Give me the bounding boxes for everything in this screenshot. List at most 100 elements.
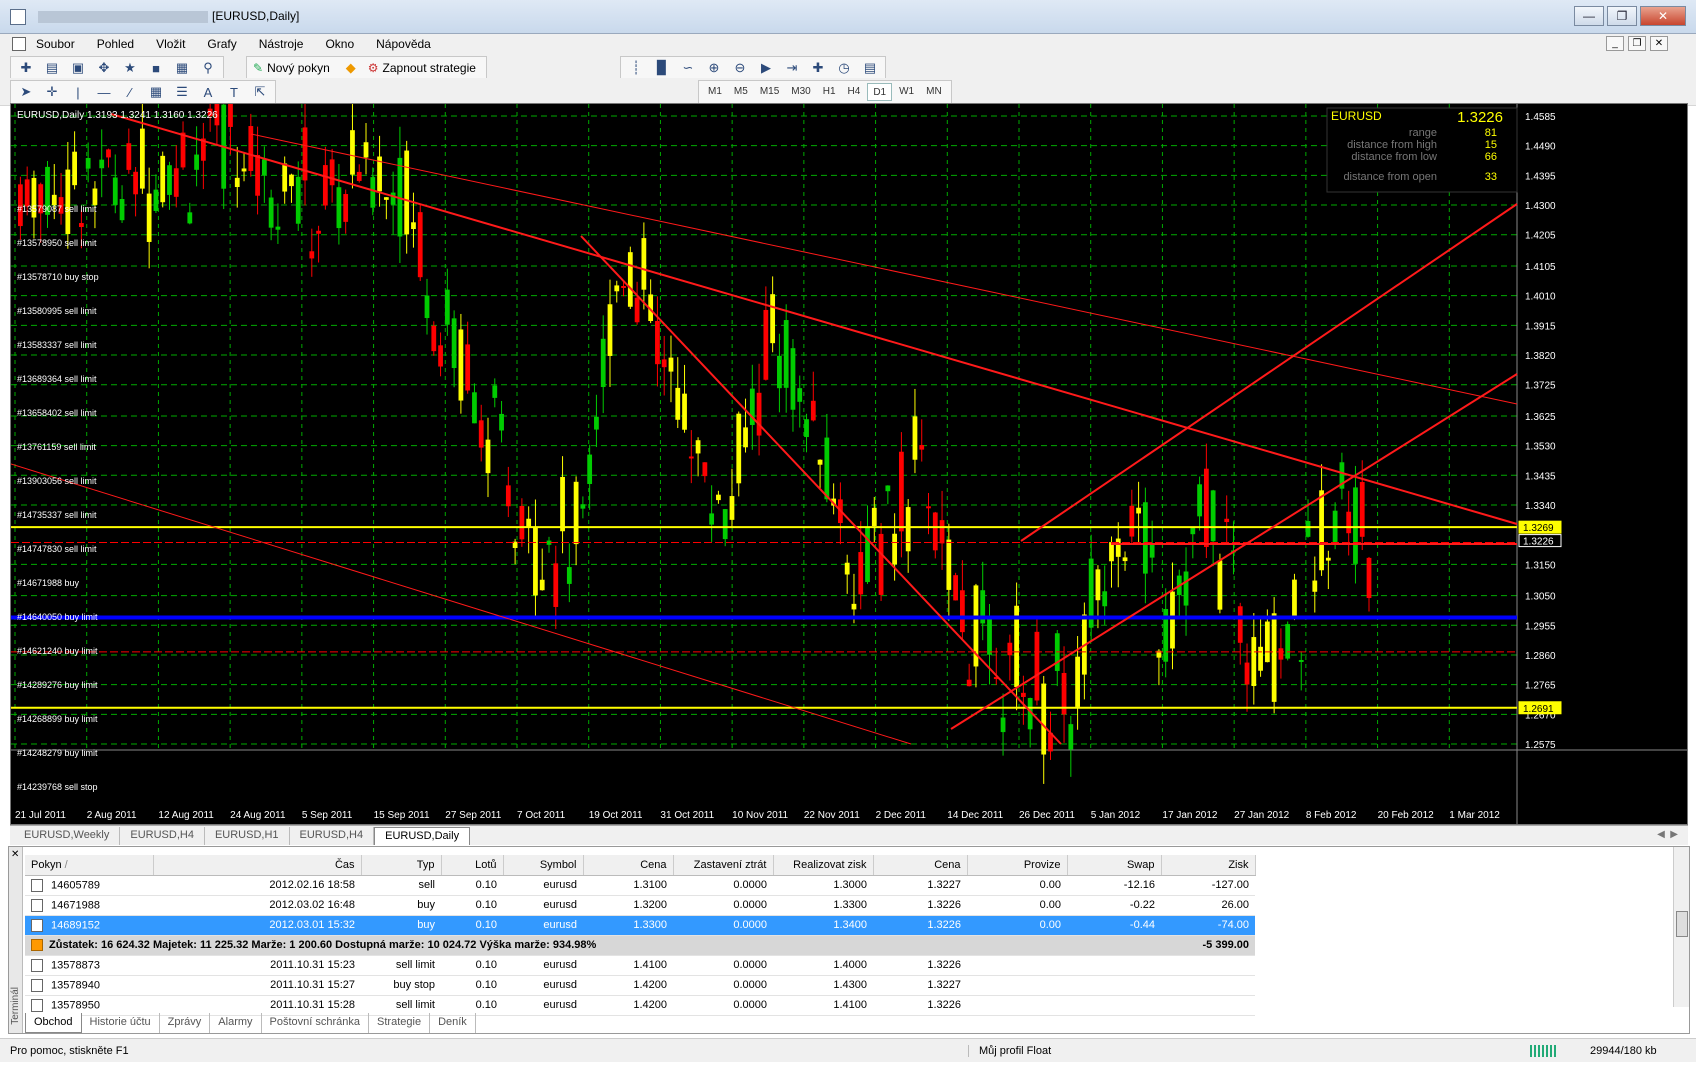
timeframe-m5[interactable]: M5 [729,83,753,101]
channel-icon[interactable]: ▦ [145,82,167,102]
timeframe-d1[interactable]: D1 [867,83,893,101]
col-swap[interactable]: Swap [1067,855,1162,876]
zoom-out-icon[interactable]: ⊖ [729,58,751,78]
periods-icon[interactable]: ◷ [833,58,855,78]
tab-mailbox[interactable]: Poštovní schránka [262,1013,370,1033]
timeframe-w1[interactable]: W1 [894,83,919,101]
tab-experts[interactable]: Strategie [369,1013,431,1033]
price-chart[interactable]: 1.4585 1.4490 1.4395 1.4300 1.4205 1.4105 1.40… [10,59,1688,825]
order-label: #13658402 sell limit [17,408,97,418]
scrollbar-thumb[interactable] [1676,911,1688,937]
market-watch-icon[interactable]: ▣ [67,58,89,78]
timeframe-m30[interactable]: M30 [786,83,815,101]
maximize-button[interactable]: ❐ [1607,6,1637,26]
document-icon[interactable] [12,37,26,51]
col-type[interactable]: Typ [361,855,442,876]
terminal-close-icon[interactable]: ✕ [11,849,19,860]
tab-account-history[interactable]: Historie účtu [82,1013,160,1033]
chart-tab-daily[interactable]: EURUSD,Daily [374,827,471,845]
bar-chart-icon[interactable]: ┊ [625,58,647,78]
tester-icon[interactable]: ⚲ [197,58,219,78]
fibonacci-icon[interactable]: ☰ [171,82,193,102]
templates-icon[interactable]: ▤ [859,58,881,78]
zoom-in-icon[interactable]: ⊕ [703,58,725,78]
chart-tab-h4[interactable]: EURUSD,H4 [120,827,205,845]
table-row[interactable]: 14605789 2012.02.16 18:58 sell 0.10 eurusd 1.… [25,875,1255,896]
pending-order-row[interactable]: 13578940 2011.10.31 15:27 buy stop 0.10 euru… [25,975,1255,996]
terminal-scrollbar[interactable] [1673,847,1689,1007]
info-symbol: EURUSD [1331,109,1382,123]
candle-body [1095,569,1101,601]
tab-alerts[interactable]: Alarmy [210,1013,262,1033]
close-button[interactable]: ✕ [1640,6,1686,26]
col-price[interactable]: Cena [583,855,674,876]
navigator-icon[interactable]: ✥ [93,58,115,78]
menu-view[interactable]: Pohled [97,37,134,51]
menu-charts[interactable]: Grafy [207,37,236,51]
col-order[interactable]: Pokyn / [25,855,154,876]
col-symbol[interactable]: Symbol [503,855,584,876]
indicators-icon[interactable]: ✚ [807,58,829,78]
autoscroll-icon[interactable]: ▶ [755,58,777,78]
candle-body [675,387,681,420]
order-cell: sell limit [361,995,441,1016]
timeframe-m15[interactable]: M15 [755,83,784,101]
menu-window[interactable]: Okno [325,37,354,51]
new-order-button[interactable]: ✎ Nový pokyn [251,61,336,75]
status-profile[interactable]: Můj profil Float [968,1045,1051,1057]
col-profit[interactable]: Zisk [1161,855,1256,876]
favorites-icon[interactable]: ★ [119,58,141,78]
pending-order-row[interactable]: 13578950 2011.10.31 15:28 sell limit 0.10 eu… [25,995,1255,1016]
col-take-profit[interactable]: Realizovat zisk [773,855,874,876]
profiles-icon[interactable]: ▤ [41,58,63,78]
menu-file[interactable]: Soubor [36,37,75,51]
strategies-button[interactable]: ⚙ Zapnout strategie [366,61,482,75]
data-window-icon[interactable]: ■ [145,58,167,78]
line-chart-icon[interactable]: ∽ [677,58,699,78]
table-row[interactable]: 14671988 2012.03.02 16:48 buy 0.10 eurusd 1.3… [25,895,1255,916]
chart-canvas[interactable]: 1.4585 1.4490 1.4395 1.4300 1.4205 1.4105 1.40… [10,59,1687,824]
cursor-icon[interactable]: ➤ [15,82,37,102]
arrows-icon[interactable]: ⇱ [249,82,271,102]
menu-insert[interactable]: Vložit [156,37,185,51]
candle-body [600,338,606,388]
chart-tab-weekly[interactable]: EURUSD,Weekly [14,827,121,845]
timeframe-h1[interactable]: H1 [818,83,841,101]
chart-tab-h1[interactable]: EURUSD,H1 [205,827,290,845]
timeframe-h4[interactable]: H4 [843,83,866,101]
chart-tab-h4-2[interactable]: EURUSD,H4 [290,827,375,845]
col-stop-loss[interactable]: Zastavení ztrát [673,855,774,876]
horizontal-line-icon[interactable]: — [93,82,115,102]
tab-news[interactable]: Zprávy [160,1013,211,1033]
table-row[interactable]: 14689152 2012.03.01 15:32 buy 0.10 eurusd 1.3… [25,915,1255,936]
col-lots[interactable]: Lotů [441,855,504,876]
crosshair-icon[interactable]: ✛ [41,82,63,102]
timeframe-m1[interactable]: M1 [703,83,727,101]
mdi-restore-button[interactable]: ❐ [1628,36,1646,51]
terminal-icon[interactable]: ▦ [171,58,193,78]
orders-table: Pokyn / Čas Typ Lotů Symbol Cena Zastave… [25,855,1256,1016]
text-icon[interactable]: A [197,82,219,102]
trendline-icon[interactable]: ⁄ [119,82,141,102]
new-chart-icon[interactable]: ✚ [15,58,37,78]
menu-tools[interactable]: Nástroje [259,37,304,51]
connection-icon[interactable] [1530,1045,1556,1057]
tab-journal[interactable]: Deník [430,1013,476,1033]
text-label-icon[interactable]: T [223,82,245,102]
chart-shift-icon[interactable]: ⇥ [781,58,803,78]
tab-trade[interactable]: Obchod [25,1013,82,1033]
order-cell: 2011.10.31 15:27 [153,975,361,996]
meta-editor-icon[interactable]: ◆ [340,58,362,78]
mdi-close-button[interactable]: ✕ [1650,36,1668,51]
pending-order-row[interactable]: 13578873 2011.10.31 15:23 sell limit 0.10 eu… [25,955,1255,976]
vertical-line-icon[interactable]: | [67,82,89,102]
candlestick-icon[interactable]: ▉ [651,58,673,78]
col-current-price[interactable]: Cena [873,855,968,876]
col-commission[interactable]: Provize [967,855,1068,876]
tab-scroll-arrows[interactable]: ◀ ▶ [1657,829,1678,840]
col-time[interactable]: Čas [153,855,362,876]
minimize-button[interactable]: — [1574,6,1604,26]
timeframe-mn[interactable]: MN [921,83,947,101]
mdi-minimize-button[interactable]: _ [1606,36,1624,51]
menu-help[interactable]: Nápověda [376,37,431,51]
